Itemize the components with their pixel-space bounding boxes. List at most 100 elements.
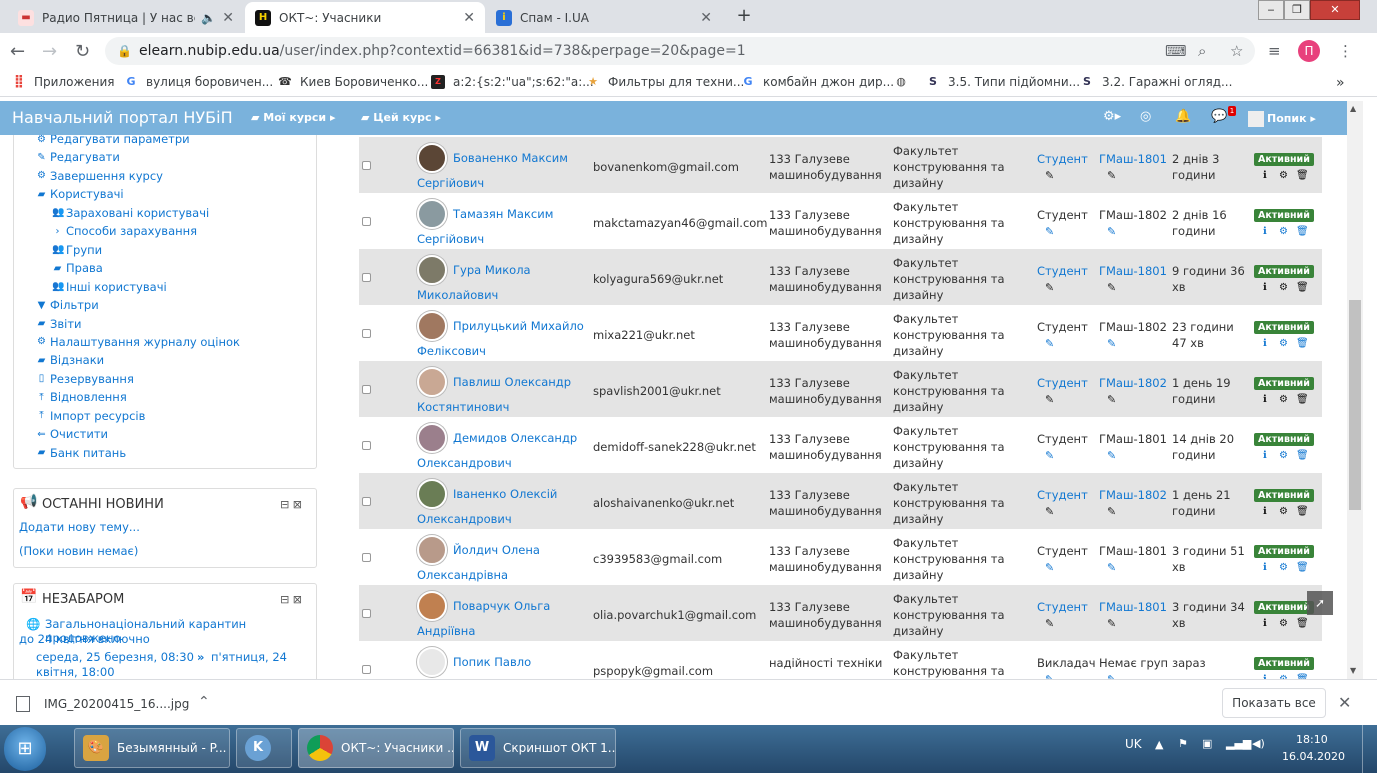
participant-name-second[interactable]: Феліксович [417, 344, 486, 358]
participant-name-first[interactable]: Демидов Олександр [453, 431, 577, 445]
participant-name-second[interactable]: Андріївна [417, 624, 475, 638]
taskbar-chrome[interactable]: ОКТ~: Учасники ... [298, 728, 454, 768]
bookmark-item[interactable]: S 3.2. Гаражні огляд... [1080, 75, 1232, 89]
maximize-button[interactable]: ❐ [1284, 0, 1310, 20]
block-collapse-icon[interactable]: ⊟ ⊠ [280, 593, 302, 606]
tab-close-icon[interactable]: ✕ [222, 10, 234, 26]
profile-avatar[interactable]: П [1298, 40, 1320, 62]
back-icon[interactable]: ← [10, 41, 25, 62]
edit-role-icon[interactable]: ✎ [1045, 393, 1054, 406]
edit-role-icon[interactable]: ✎ [1045, 449, 1054, 462]
bookmark-item[interactable]: Za:2:{s:2:"ua";s:62:"a:... [431, 75, 594, 89]
edit-role-icon[interactable]: ✎ [1045, 337, 1054, 350]
sidebar-item[interactable]: ▰ Банк питань [36, 446, 126, 460]
edit-role-icon[interactable]: ✎ [1045, 281, 1054, 294]
sidebar-item[interactable]: ▰ Користувачі [36, 187, 124, 201]
bookmark-item[interactable]: S 3.5. Типи підйомни... [926, 75, 1080, 89]
tab-close-icon[interactable]: ✕ [463, 10, 475, 26]
taskbar-word[interactable]: W Скриншот ОКТ 1... [460, 728, 616, 768]
chevron-up-icon[interactable]: ⌃ [198, 694, 210, 710]
edit-group-icon[interactable]: ✎ [1107, 281, 1116, 294]
edit-group-icon[interactable]: ✎ [1107, 505, 1116, 518]
edit-group-icon[interactable]: ✎ [1107, 169, 1116, 182]
trash-icon[interactable]: 🗑 [1296, 282, 1309, 293]
tab-spam[interactable]: i Спам - I.UA ✕ [486, 2, 722, 33]
edit-role-icon[interactable]: ✎ [1045, 561, 1054, 574]
bell-icon[interactable]: 🔔 [1175, 109, 1191, 124]
block-collapse-icon[interactable]: ⊟ ⊠ [280, 498, 302, 511]
participant-name-second[interactable]: Сергійович [417, 176, 484, 190]
edit-group-icon[interactable]: ✎ [1107, 617, 1116, 630]
sidebar-item[interactable]: ⚙ Завершення курсу [36, 169, 163, 183]
avatar[interactable] [417, 591, 447, 621]
edit-role-icon[interactable]: ✎ [1045, 169, 1054, 182]
minimize-button[interactable]: ‒ [1258, 0, 1284, 20]
sidebar-item[interactable]: ⚙ Налаштування журналу оцінок [36, 335, 240, 349]
clock-time[interactable]: 18:10 [1296, 733, 1328, 746]
bookmark-item[interactable]: ◍ [894, 75, 916, 89]
event-title-line2[interactable]: до 24 квітня включно [19, 632, 150, 646]
participant-name-first[interactable]: Попик Павло [453, 655, 531, 669]
trash-icon[interactable]: 🗑 [1296, 618, 1309, 629]
trash-icon[interactable]: 🗑 [1296, 338, 1309, 349]
scroll-up-icon[interactable]: ▲ [1350, 104, 1356, 113]
messages-icon[interactable]: 💬 [1211, 109, 1227, 124]
sidebar-item[interactable]: ✎ Редагувати [36, 150, 120, 164]
tray-expand-icon[interactable]: ▲ [1155, 738, 1163, 751]
gear-icon[interactable]: ⚙ [1279, 562, 1288, 573]
menu-icon[interactable]: ⋮ [1338, 42, 1353, 60]
scroll-down-icon[interactable]: ▼ [1350, 666, 1356, 675]
media-icon[interactable]: ≡ [1268, 42, 1281, 60]
sidebar-item[interactable]: ⤒ Відновлення [36, 390, 126, 404]
start-button[interactable]: ⊞ [4, 727, 46, 771]
info-icon[interactable]: ℹ [1263, 506, 1267, 517]
site-brand[interactable]: Навчальний портал НУБіП [12, 108, 233, 127]
avatar[interactable] [417, 367, 447, 397]
sidebar-item[interactable]: 👥 Інші користувачі [52, 280, 167, 294]
network-icon[interactable]: ▣ [1202, 737, 1212, 750]
sidebar-item[interactable]: ▯ Резервування [36, 372, 134, 386]
bookmark-item[interactable]: Gкомбайн джон дир... [741, 75, 894, 89]
bookmark-apps[interactable]: ⣿ Приложения [12, 75, 115, 90]
gear-icon[interactable]: ⚙ [1279, 170, 1288, 181]
taskbar-app[interactable]: K [236, 728, 292, 768]
bookmark-item[interactable]: ★ Фильтры для техни... [586, 75, 744, 89]
participant-name-first[interactable]: Павлиш Олександр [453, 375, 571, 389]
avatar[interactable] [417, 479, 447, 509]
edit-group-icon[interactable]: ✎ [1107, 393, 1116, 406]
participant-name-first[interactable]: Йолдич Олена [453, 543, 540, 557]
volume-icon[interactable]: ◀) [1252, 737, 1265, 750]
target-icon[interactable]: ◎ [1140, 109, 1151, 124]
participant-name-second[interactable]: Миколайович [417, 288, 498, 302]
trash-icon[interactable]: 🗑 [1296, 562, 1309, 573]
edit-role-icon[interactable]: ✎ [1045, 505, 1054, 518]
clock-date[interactable]: 16.04.2020 [1282, 750, 1345, 763]
sidebar-item[interactable]: ▰ Звіти [36, 317, 82, 331]
info-icon[interactable]: ℹ [1263, 170, 1267, 181]
gear-icon[interactable]: ⚙ [1279, 506, 1288, 517]
gear-icon[interactable]: ⚙ [1279, 394, 1288, 405]
edit-group-icon[interactable]: ✎ [1107, 449, 1116, 462]
row-select-checkbox[interactable] [362, 441, 371, 450]
trash-icon[interactable]: 🗑 [1296, 226, 1309, 237]
bookmarks-more-button[interactable]: » [1336, 75, 1345, 91]
participant-name-first[interactable]: Іваненко Олексій [453, 487, 557, 501]
event-time-line1b[interactable]: п'ятниця, 24 [211, 650, 287, 664]
sidebar-item[interactable]: ⇐ Очистити [36, 427, 108, 441]
participant-name-second[interactable]: Олександрівна [417, 568, 508, 582]
sidebar-item[interactable]: 👥 Зараховані користувачі [52, 206, 209, 220]
participant-name-first[interactable]: Гура Микола [453, 263, 531, 277]
participant-name-second[interactable]: Олександрович [417, 456, 512, 470]
avatar[interactable] [417, 143, 447, 173]
bookmark-item[interactable]: ☎ Киев Боровиченко... [278, 75, 428, 89]
info-icon[interactable]: ℹ [1263, 618, 1267, 629]
close-download-bar-icon[interactable]: ✕ [1338, 693, 1351, 712]
avatar[interactable] [417, 199, 447, 229]
zoom-icon[interactable]: ⌕ [1198, 42, 1206, 60]
avatar[interactable] [417, 647, 447, 677]
avatar[interactable] [417, 423, 447, 453]
participant-name-first[interactable]: Поварчук Ольга [453, 599, 550, 613]
sidebar-item[interactable]: ⚙ Редагувати параметри [36, 135, 190, 146]
gear-icon[interactable]: ⚙ [1279, 618, 1288, 629]
info-icon[interactable]: ℹ [1263, 282, 1267, 293]
